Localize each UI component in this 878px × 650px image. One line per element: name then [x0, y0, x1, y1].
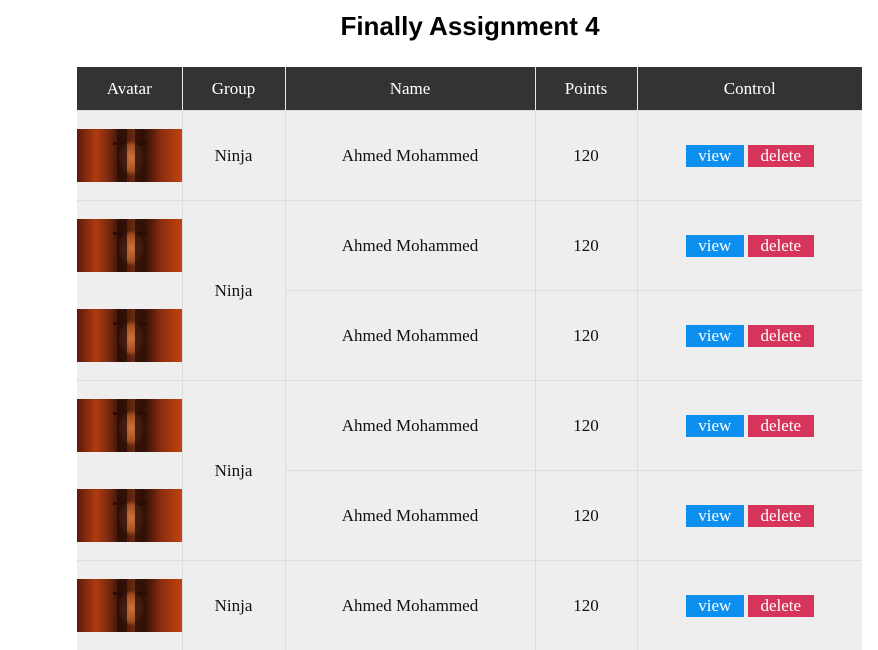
table-header-row: Avatar Group Name Points Control	[77, 67, 862, 111]
header-points: Points	[535, 67, 637, 111]
table-row: Ninja Ahmed Mohammed 120 view delete	[77, 201, 862, 291]
delete-button[interactable]: delete	[748, 325, 814, 347]
view-button[interactable]: view	[686, 415, 744, 437]
header-group: Group	[182, 67, 285, 111]
view-button[interactable]: view	[686, 595, 744, 617]
avatar	[77, 399, 182, 452]
avatar-cell	[77, 381, 182, 471]
group-cell: Ninja	[182, 201, 285, 381]
control-cell: view delete	[637, 291, 862, 381]
control-cell: view delete	[637, 471, 862, 561]
control-cell: view delete	[637, 111, 862, 201]
avatar-cell	[77, 291, 182, 381]
control-cell: view delete	[637, 561, 862, 650]
header-name: Name	[285, 67, 535, 111]
table-row: Ninja Ahmed Mohammed 120 view delete	[77, 111, 862, 201]
avatar	[77, 129, 182, 182]
view-button[interactable]: view	[686, 235, 744, 257]
view-button[interactable]: view	[686, 505, 744, 527]
points-cell: 120	[535, 201, 637, 291]
name-cell: Ahmed Mohammed	[285, 291, 535, 381]
delete-button[interactable]: delete	[748, 505, 814, 527]
group-cell: Ninja	[182, 111, 285, 201]
control-cell: view delete	[637, 381, 862, 471]
points-cell: 120	[535, 561, 637, 650]
name-cell: Ahmed Mohammed	[285, 111, 535, 201]
delete-button[interactable]: delete	[748, 595, 814, 617]
name-cell: Ahmed Mohammed	[285, 381, 535, 471]
players-table: Avatar Group Name Points Control Ninja A…	[77, 67, 862, 650]
name-cell: Ahmed Mohammed	[285, 471, 535, 561]
table-row: Ninja Ahmed Mohammed 120 view delete	[77, 381, 862, 471]
group-cell: Ninja	[182, 561, 285, 650]
avatar	[77, 489, 182, 542]
avatar	[77, 579, 182, 632]
points-cell: 120	[535, 111, 637, 201]
table-row: Ninja Ahmed Mohammed 120 view delete	[77, 561, 862, 650]
name-cell: Ahmed Mohammed	[285, 561, 535, 650]
view-button[interactable]: view	[686, 145, 744, 167]
avatar	[77, 219, 182, 272]
name-cell: Ahmed Mohammed	[285, 201, 535, 291]
view-button[interactable]: view	[686, 325, 744, 347]
points-cell: 120	[535, 471, 637, 561]
avatar-cell	[77, 111, 182, 201]
avatar	[77, 309, 182, 362]
avatar-cell	[77, 471, 182, 561]
page-title: Finally Assignment 4	[0, 10, 878, 42]
header-avatar: Avatar	[77, 67, 182, 111]
header-control: Control	[637, 67, 862, 111]
delete-button[interactable]: delete	[748, 145, 814, 167]
points-cell: 120	[535, 291, 637, 381]
group-cell: Ninja	[182, 381, 285, 561]
avatar-cell	[77, 201, 182, 291]
avatar-cell	[77, 561, 182, 650]
control-cell: view delete	[637, 201, 862, 291]
delete-button[interactable]: delete	[748, 415, 814, 437]
points-cell: 120	[535, 381, 637, 471]
delete-button[interactable]: delete	[748, 235, 814, 257]
